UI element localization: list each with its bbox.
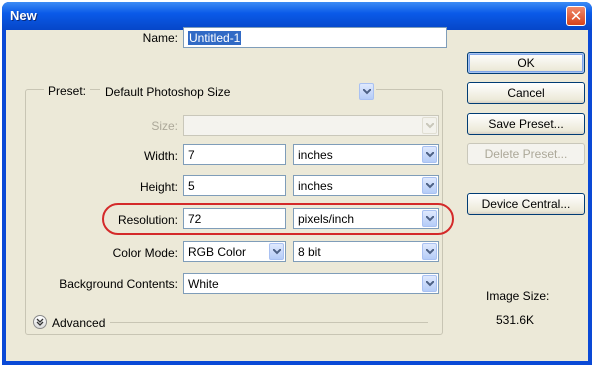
preset-select[interactable]: Default Photoshop Size bbox=[100, 81, 376, 102]
name-label: Name: bbox=[142, 31, 178, 45]
delete-preset-button[interactable]: Delete Preset... bbox=[467, 143, 585, 165]
size-select[interactable] bbox=[183, 115, 439, 136]
bit-depth-value: 8 bit bbox=[298, 245, 321, 259]
preset-value: Default Photoshop Size bbox=[105, 85, 231, 99]
preset-chevron-down-icon[interactable] bbox=[359, 83, 374, 100]
width-input[interactable]: 7 bbox=[183, 144, 286, 165]
advanced-divider bbox=[110, 322, 428, 323]
preset-label: Preset: bbox=[44, 84, 91, 98]
width-label: Width: bbox=[143, 149, 178, 163]
save-preset-button[interactable]: Save Preset... bbox=[467, 113, 585, 135]
background-contents-select[interactable]: White bbox=[183, 273, 439, 294]
background-contents-chevron-down-icon[interactable] bbox=[422, 275, 437, 292]
device-central-button[interactable]: Device Central... bbox=[467, 193, 585, 215]
color-mode-select[interactable]: RGB Color bbox=[183, 241, 286, 262]
color-mode-label: Color Mode: bbox=[112, 246, 178, 260]
size-chevron-down-icon bbox=[422, 117, 437, 134]
window-title: New bbox=[10, 8, 37, 23]
name-value: Untitled-1 bbox=[188, 31, 242, 45]
close-button[interactable]: ✕ bbox=[566, 6, 586, 26]
background-contents-value: White bbox=[188, 277, 219, 291]
height-label: Height: bbox=[139, 180, 178, 194]
resolution-highlight-annotation bbox=[102, 203, 454, 235]
height-input[interactable]: 5 bbox=[183, 175, 286, 196]
image-size-value: 531.6K bbox=[496, 313, 535, 327]
bit-depth-select[interactable]: 8 bit bbox=[293, 241, 439, 262]
width-unit-chevron-down-icon[interactable] bbox=[422, 146, 437, 163]
height-unit-value: inches bbox=[298, 179, 333, 193]
background-contents-label: Background Contents: bbox=[59, 277, 178, 291]
size-label: Size: bbox=[151, 119, 178, 133]
color-mode-chevron-down-icon[interactable] bbox=[269, 243, 284, 260]
image-size-label: Image Size: bbox=[486, 289, 550, 303]
advanced-toggle-label[interactable]: Advanced bbox=[52, 316, 105, 330]
ok-button[interactable]: OK bbox=[467, 52, 585, 74]
width-unit-value: inches bbox=[298, 148, 333, 162]
bit-depth-chevron-down-icon[interactable] bbox=[422, 243, 437, 260]
width-unit-select[interactable]: inches bbox=[293, 144, 439, 165]
name-field[interactable]: Untitled-1 bbox=[183, 27, 447, 48]
cancel-button[interactable]: Cancel bbox=[467, 82, 585, 104]
height-unit-chevron-down-icon[interactable] bbox=[422, 177, 437, 194]
double-chevron-down-icon[interactable] bbox=[33, 315, 47, 329]
height-unit-select[interactable]: inches bbox=[293, 175, 439, 196]
title-bar[interactable]: New ✕ bbox=[2, 2, 592, 30]
color-mode-value: RGB Color bbox=[188, 245, 247, 259]
